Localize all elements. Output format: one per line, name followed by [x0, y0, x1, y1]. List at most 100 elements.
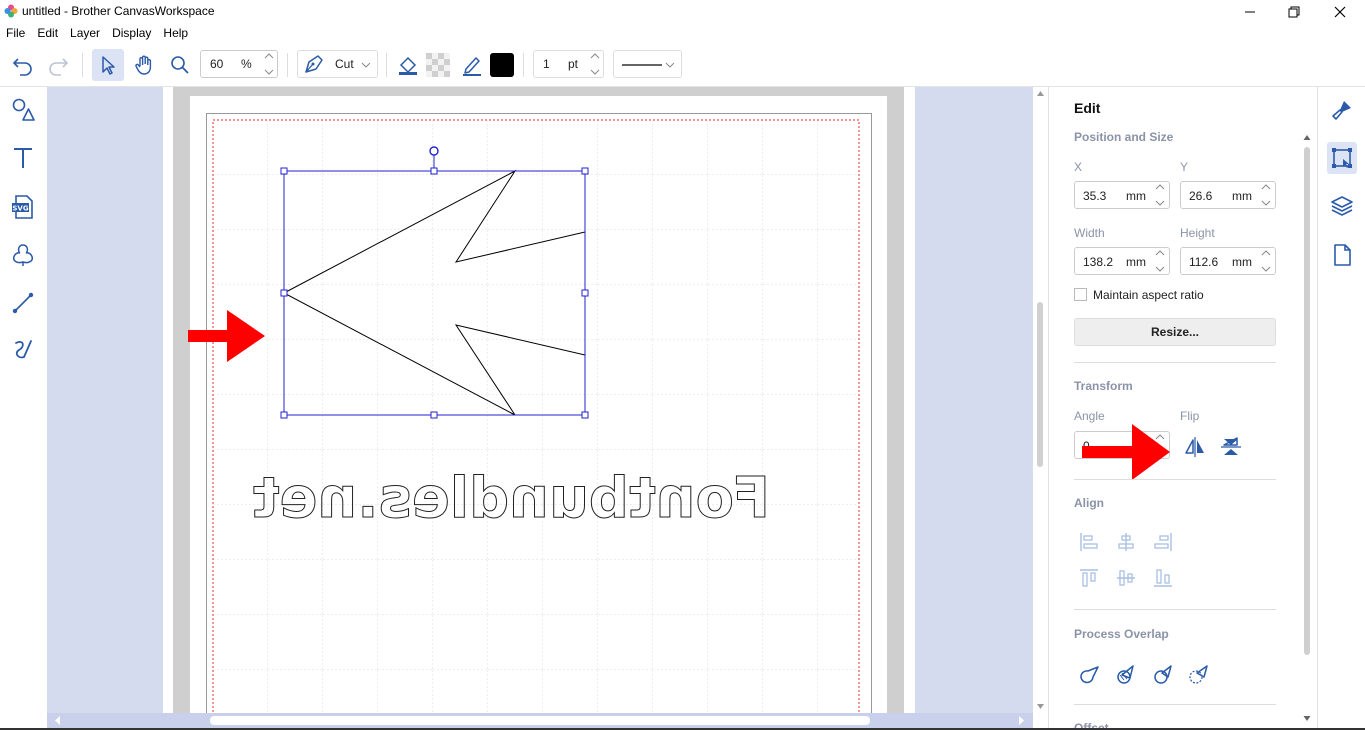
zoom-stepper[interactable]: [263, 52, 275, 76]
page-tab[interactable]: [1327, 239, 1357, 271]
maintain-aspect-checkbox[interactable]: [1074, 288, 1087, 301]
redo-button[interactable]: [43, 49, 73, 81]
line-color-swatch[interactable]: [489, 49, 515, 81]
height-stepper[interactable]: [1260, 249, 1272, 273]
flip-horizontal-button[interactable]: [1183, 435, 1207, 459]
weld-icon: [1080, 666, 1099, 684]
align-center-button[interactable]: [1114, 530, 1138, 554]
zoom-tool-button[interactable]: [164, 49, 196, 81]
line-draw-tool[interactable]: [8, 288, 38, 318]
height-input[interactable]: 112.6 mm: [1180, 247, 1276, 275]
pattern-tool[interactable]: [8, 240, 38, 270]
weld-button[interactable]: [1077, 662, 1101, 686]
fill-tool-button[interactable]: [394, 49, 422, 81]
hand-icon: [135, 55, 152, 75]
freehand-curve-icon: [15, 340, 32, 359]
resize-handle[interactable]: [280, 411, 288, 419]
panel-scrollbar[interactable]: [1301, 132, 1313, 730]
align-top-button[interactable]: [1077, 566, 1101, 590]
chevron-down-icon: [264, 69, 274, 75]
fill-color-swatch[interactable]: [425, 49, 451, 81]
merge-button[interactable]: [1114, 662, 1138, 686]
width-stepper[interactable]: [1154, 249, 1166, 273]
line-width-stepper[interactable]: [589, 52, 601, 76]
resize-handle[interactable]: [430, 167, 438, 175]
line-tool-button[interactable]: [458, 49, 486, 81]
resize-handle[interactable]: [280, 167, 288, 175]
intersect-button[interactable]: [1187, 662, 1211, 686]
app-logo-icon: [4, 4, 18, 18]
menu-layer[interactable]: Layer: [64, 23, 106, 43]
mode-dropdown[interactable]: Cut: [297, 50, 378, 78]
minimize-button[interactable]: [1227, 0, 1273, 23]
canvas-drawing[interactable]: Fontbundles.net: [47, 87, 1033, 713]
chevron-down-icon: [590, 69, 600, 75]
zoom-input[interactable]: 60 %: [200, 50, 278, 78]
align-bottom-button[interactable]: [1151, 566, 1175, 590]
flip-vertical-button[interactable]: [1219, 435, 1243, 459]
menu-edit[interactable]: Edit: [31, 23, 64, 43]
restore-button[interactable]: [1271, 0, 1317, 23]
resize-handle[interactable]: [430, 411, 438, 419]
y-label: Y: [1180, 160, 1189, 174]
menu-help[interactable]: Help: [157, 23, 194, 43]
y-stepper[interactable]: [1260, 183, 1272, 207]
club-shape-icon: [13, 244, 33, 266]
subtract-button[interactable]: [1151, 662, 1175, 686]
select-tool-button[interactable]: [92, 49, 124, 81]
transform-heading: Transform: [1074, 379, 1133, 393]
rotate-handle[interactable]: [429, 146, 439, 156]
toolbar: 60 % Cut 1 pt: [0, 43, 1365, 87]
import-svg-tool[interactable]: SVG: [8, 192, 38, 222]
menu-display[interactable]: Display: [106, 23, 157, 43]
chevron-up-icon: [1261, 184, 1271, 190]
canvas-area[interactable]: Fontbundles.net: [47, 87, 1033, 713]
line-width-input[interactable]: 1 pt: [533, 50, 604, 78]
close-icon: [1334, 6, 1346, 17]
line-width-unit: pt: [568, 57, 579, 71]
width-value: 138.2: [1083, 255, 1114, 269]
undo-button[interactable]: [8, 49, 38, 81]
align-heading: Align: [1074, 496, 1104, 510]
width-input[interactable]: 138.2 mm: [1074, 247, 1170, 275]
resize-handle[interactable]: [280, 289, 288, 297]
text-tool[interactable]: [8, 143, 38, 173]
edit-tab[interactable]: [1327, 142, 1357, 174]
scrollbar-track: [55, 716, 1024, 725]
mirrored-text-object[interactable]: Fontbundles.net: [252, 466, 770, 532]
layers-icon: [1331, 196, 1353, 216]
y-input[interactable]: 26.6 mm: [1180, 181, 1276, 209]
attributes-tab[interactable]: [1327, 94, 1357, 126]
process-overlap-heading: Process Overlap: [1074, 627, 1169, 641]
svg-text:SVG: SVG: [12, 205, 28, 213]
shapes-tool[interactable]: [8, 95, 38, 125]
align-right-icon: [1154, 533, 1172, 551]
canvas-vertical-scrollbar[interactable]: [1033, 87, 1048, 713]
position-size-heading: Position and Size: [1074, 130, 1174, 144]
line-style-dropdown[interactable]: [613, 50, 682, 78]
resize-button[interactable]: Resize...: [1074, 318, 1276, 346]
freehand-tool[interactable]: [8, 335, 38, 365]
pen-cut-icon: [305, 55, 323, 73]
align-middle-button[interactable]: [1114, 566, 1138, 590]
x-input[interactable]: 35.3 mm: [1074, 181, 1170, 209]
x-stepper[interactable]: [1154, 183, 1166, 207]
solid-line-icon: [622, 64, 662, 66]
close-button[interactable]: [1317, 0, 1363, 23]
title-bar: untitled - Brother CanvasWorkspace: [0, 0, 1365, 23]
resize-handle[interactable]: [581, 167, 589, 175]
menu-file[interactable]: File: [0, 23, 31, 43]
resize-handle[interactable]: [581, 289, 589, 297]
minimize-icon: [1245, 11, 1255, 12]
resize-handle[interactable]: [581, 411, 589, 419]
layers-tab[interactable]: [1327, 190, 1357, 222]
align-left-button[interactable]: [1077, 530, 1101, 554]
section-divider: [1074, 609, 1276, 610]
flip-vertical-icon: [1221, 437, 1241, 455]
y-unit: mm: [1232, 189, 1252, 203]
canvas-horizontal-scrollbar[interactable]: [47, 713, 1033, 728]
height-label: Height: [1180, 226, 1215, 240]
pan-tool-button[interactable]: [128, 49, 160, 81]
align-right-button[interactable]: [1151, 530, 1175, 554]
merge-icon: [1117, 665, 1134, 684]
